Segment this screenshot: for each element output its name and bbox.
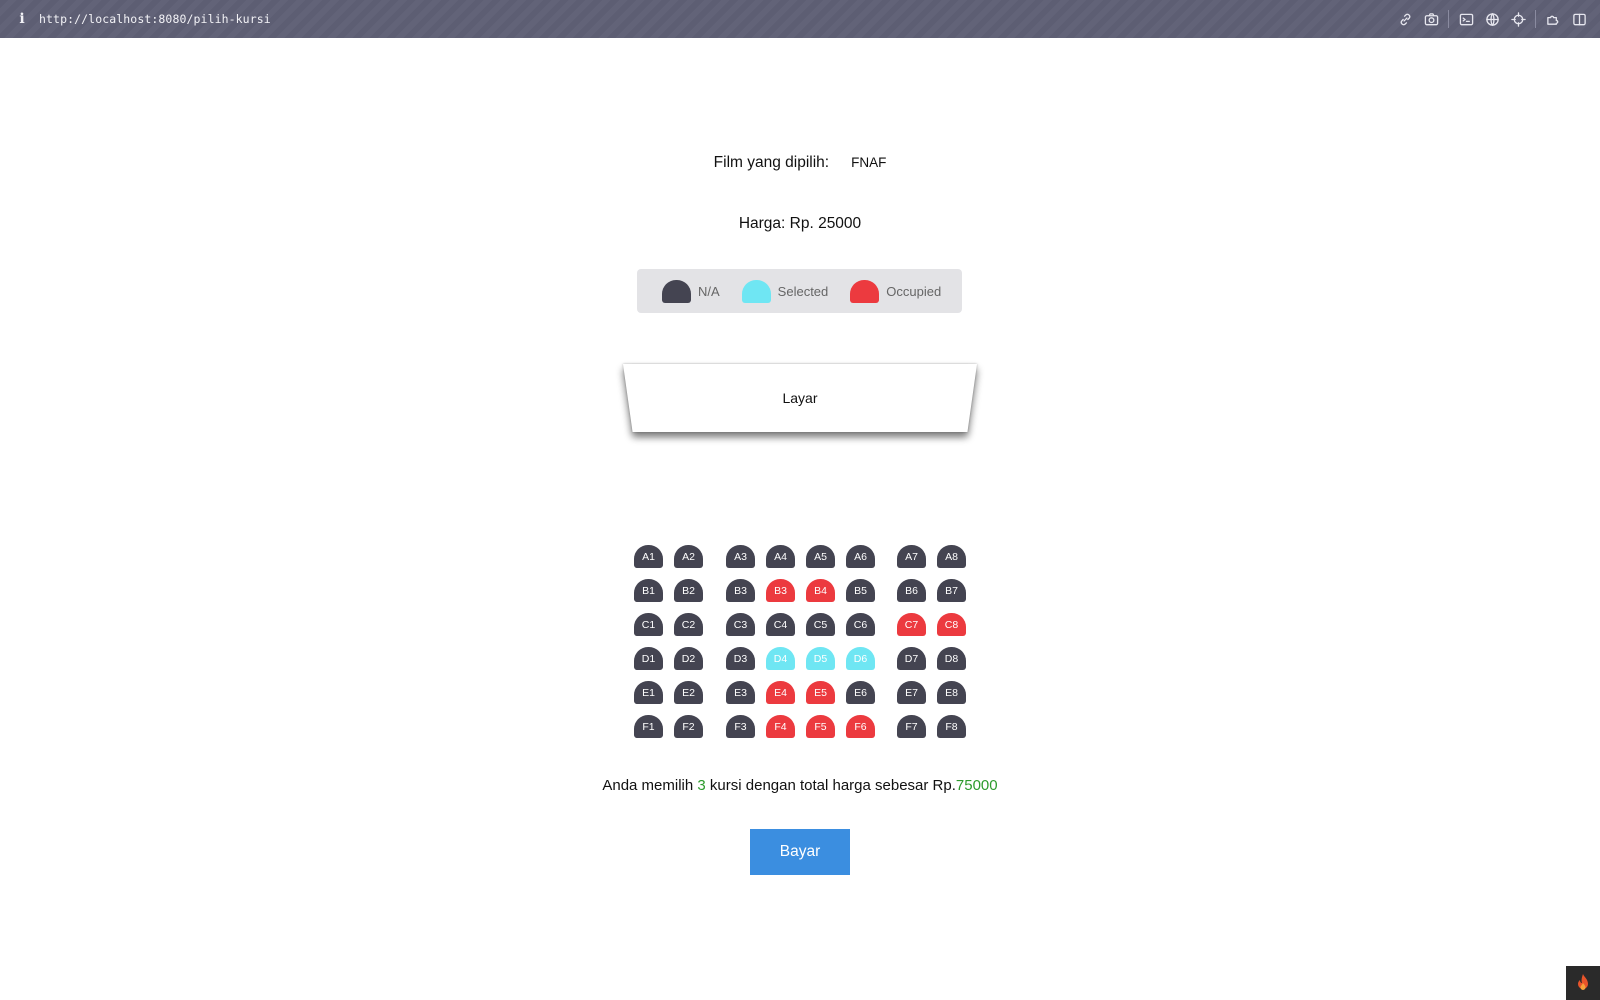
crosshair-icon[interactable]	[1505, 0, 1531, 38]
browser-toolbar	[1392, 0, 1592, 38]
terminal-icon[interactable]	[1453, 0, 1479, 38]
summary-middle: kursi dengan total harga sebesar Rp.	[705, 777, 956, 794]
seat-d5[interactable]: D5	[806, 647, 835, 670]
seat-d3[interactable]: D3	[726, 647, 755, 670]
seat-f7[interactable]: F7	[897, 715, 926, 738]
legend-item-occupied: Occupied	[850, 279, 942, 303]
seat-c2[interactable]: C2	[674, 613, 703, 636]
seat-f1[interactable]: F1	[634, 715, 663, 738]
legend-label: Selected	[777, 283, 829, 299]
seat-e3[interactable]: E3	[726, 681, 755, 704]
toolbar-divider	[1535, 10, 1536, 28]
seat-d8[interactable]: D8	[937, 647, 966, 670]
pay-button[interactable]: Bayar	[750, 829, 850, 875]
seat-f3[interactable]: F3	[726, 715, 755, 738]
seat-a3[interactable]: A3	[726, 545, 755, 568]
info-icon[interactable]: i	[15, 11, 29, 27]
seat-b4[interactable]: B4	[806, 579, 835, 602]
seat-b5[interactable]: B5	[846, 579, 875, 602]
legend-seat-occupied-icon	[850, 279, 880, 303]
seat-b3[interactable]: B3	[766, 579, 795, 602]
film-info: Film yang dipilih: FNAF	[0, 154, 1600, 172]
seat-c7[interactable]: C7	[897, 613, 926, 636]
link-icon[interactable]	[1392, 0, 1418, 38]
seat-e2[interactable]: E2	[674, 681, 703, 704]
legend-label: Occupied	[886, 283, 942, 299]
selection-summary: Anda memilih 3 kursi dengan total harga …	[0, 777, 1600, 794]
seat-a6[interactable]: A6	[846, 545, 875, 568]
seat-b6[interactable]: B6	[897, 579, 926, 602]
seat-a1[interactable]: A1	[634, 545, 663, 568]
seat-e4[interactable]: E4	[766, 681, 795, 704]
seat-c5[interactable]: C5	[806, 613, 835, 636]
seat-f8[interactable]: F8	[937, 715, 966, 738]
seat-e5[interactable]: E5	[806, 681, 835, 704]
seat-f5[interactable]: F5	[806, 715, 835, 738]
seat-c8[interactable]: C8	[937, 613, 966, 636]
seat-c6[interactable]: C6	[846, 613, 875, 636]
price-label: Harga: Rp. 25000	[738, 215, 862, 232]
legend-item-selected: Selected	[741, 279, 829, 303]
seat-f4[interactable]: F4	[766, 715, 795, 738]
split-view-icon[interactable]	[1566, 0, 1592, 38]
seat-legend: N/A Selected Occupied	[637, 269, 962, 313]
film-label: Film yang dipilih:	[713, 154, 830, 171]
puzzle-icon[interactable]	[1540, 0, 1566, 38]
toolbar-divider	[1448, 10, 1449, 28]
selected-seat-count: 3	[697, 777, 706, 794]
seat-e6[interactable]: E6	[846, 681, 875, 704]
seat-b3[interactable]: B3	[726, 579, 755, 602]
seat-a2[interactable]: A2	[674, 545, 703, 568]
camera-icon[interactable]	[1418, 0, 1444, 38]
seat-a8[interactable]: A8	[937, 545, 966, 568]
corner-widget[interactable]	[1566, 966, 1600, 1000]
seat-a4[interactable]: A4	[766, 545, 795, 568]
legend-label: N/A	[698, 283, 720, 299]
browser-address-bar: i http://localhost:8080/pilih-kursi	[0, 0, 1600, 38]
seat-c4[interactable]: C4	[766, 613, 795, 636]
seat-e8[interactable]: E8	[937, 681, 966, 704]
seat-d1[interactable]: D1	[634, 647, 663, 670]
seat-c3[interactable]: C3	[726, 613, 755, 636]
globe-icon[interactable]	[1479, 0, 1505, 38]
screen-label: Layar	[782, 390, 818, 406]
total-price: 75000	[955, 777, 998, 794]
seat-a7[interactable]: A7	[897, 545, 926, 568]
seat-b2[interactable]: B2	[674, 579, 703, 602]
screen-shape: Layar	[623, 364, 977, 432]
seat-d7[interactable]: D7	[897, 647, 926, 670]
seat-e7[interactable]: E7	[897, 681, 926, 704]
seat-f2[interactable]: F2	[674, 715, 703, 738]
film-value: FNAF	[851, 155, 887, 170]
seat-d2[interactable]: D2	[674, 647, 703, 670]
seat-d6[interactable]: D6	[846, 647, 875, 670]
cinema-screen: Layar	[619, 360, 981, 440]
seat-e1[interactable]: E1	[634, 681, 663, 704]
legend-seat-na-icon	[662, 279, 691, 303]
seat-b1[interactable]: B1	[634, 579, 663, 602]
url-text[interactable]: http://localhost:8080/pilih-kursi	[39, 12, 271, 26]
legend-seat-selected-icon	[741, 279, 771, 303]
seat-c1[interactable]: C1	[634, 613, 663, 636]
seat-b7[interactable]: B7	[937, 579, 966, 602]
seat-a5[interactable]: A5	[806, 545, 835, 568]
summary-prefix: Anda memilih	[602, 777, 698, 794]
seat-f6[interactable]: F6	[846, 715, 875, 738]
seat-d4[interactable]: D4	[766, 647, 795, 670]
flame-icon	[1578, 974, 1588, 990]
legend-item-na: N/A	[662, 279, 720, 303]
